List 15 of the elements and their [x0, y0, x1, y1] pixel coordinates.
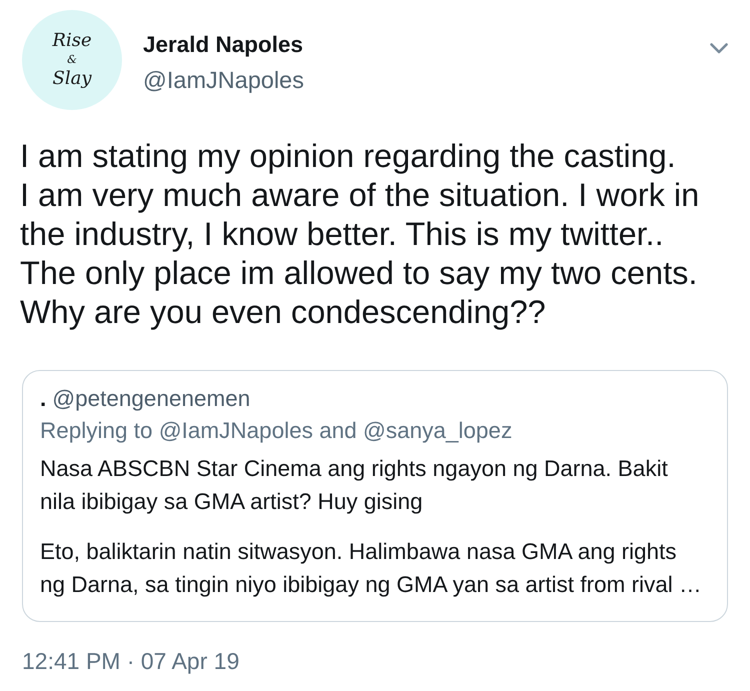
tweet-timestamp[interactable]: 12:41 PM · 07 Apr 19	[22, 646, 240, 676]
quoted-tweet-text: Eto, baliktarin natin sitwasyon. Halimbawa nasa GMA ang rights ng Darna, sa tingin niyo ibibigay ng GMA yan sa artist from rival …	[40, 538, 702, 599]
avatar-text: Rise	[52, 29, 92, 53]
quoted-author-handle: @petengenenemen	[52, 385, 250, 413]
quoted-tweet-text: Nasa ABSCBN Star Cinema ang rights ngayon ng Darna. Bakit nila ibibigay sa GMA artist? Huy gising	[40, 455, 669, 516]
quoted-tweet-card[interactable]	[22, 370, 728, 622]
avatar-text: &	[67, 53, 77, 67]
tweet-text: I am stating my opinion regarding the casting. I am very much aware of the situation. I work in the industry, I know better. This is my twitter.. The only place im allowed to say my two cents. Why are you even condescending??	[20, 137, 700, 332]
avatar-text: Slay	[52, 67, 92, 91]
avatar-logo[interactable]: Rise & Slay	[22, 10, 122, 110]
quoted-author-name: .	[40, 385, 46, 413]
author-handle[interactable]: @IamJNapoles	[143, 65, 304, 95]
chevron-down-icon[interactable]	[710, 43, 728, 54]
replying-to-text: Replying to @IamJNapoles and @sanya_lopez	[40, 417, 512, 445]
author-name[interactable]: Jerald Napoles	[143, 30, 304, 60]
